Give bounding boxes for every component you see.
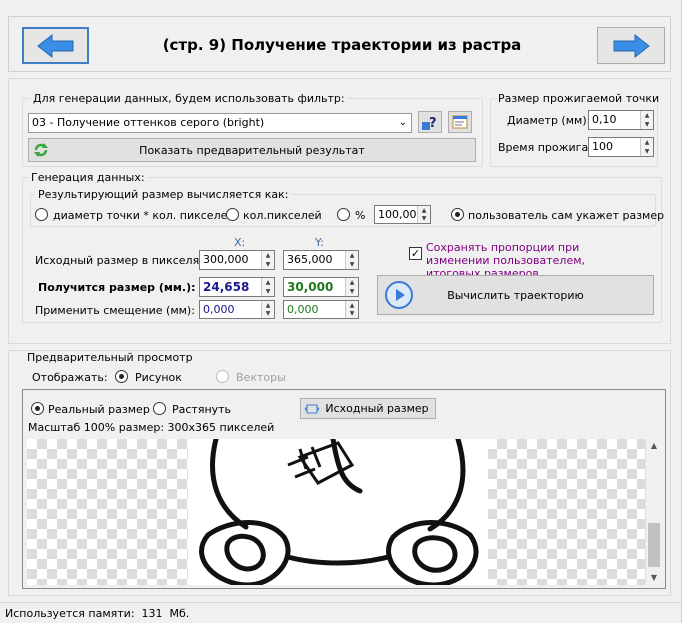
offset-x-value: 0,000 [203, 303, 235, 316]
diameter-spinner[interactable]: ▲ ▼ [640, 111, 653, 129]
offset-x-spinner[interactable]: ▲ ▼ [261, 301, 274, 318]
result-mm-label: Получится размер (мм.): [38, 281, 196, 294]
percent-input[interactable]: 100,00 ▲ ▼ [374, 205, 431, 224]
radio-user-size[interactable] [451, 208, 464, 221]
generation-group-label: Генерация данных: [28, 171, 148, 184]
memory-usage-text: Используется памяти: 131 Мб. [5, 607, 190, 620]
arrow-right-icon [613, 33, 650, 58]
diameter-value: 0,10 [592, 113, 617, 126]
radio-diameter-pixels[interactable] [35, 208, 48, 221]
preview-image-area [27, 439, 645, 585]
next-button[interactable] [597, 27, 665, 64]
result-x-value: 24,658 [203, 280, 250, 294]
radio-stretch[interactable] [153, 402, 166, 415]
svg-text:?: ? [429, 116, 437, 131]
play-circle-icon [385, 281, 413, 309]
result-y-input[interactable]: 30,000 ▲ ▼ [283, 277, 359, 297]
source-y-spinner[interactable]: ▲ ▼ [345, 251, 358, 269]
scale-info: Масштаб 100% размер: 300x365 пикселей [28, 421, 275, 434]
radio-display-image-label: Рисунок [135, 371, 182, 384]
burn-time-label: Время прожига: [498, 141, 592, 154]
settings-form-icon [452, 115, 468, 129]
arrow-left-icon [36, 33, 73, 58]
offset-label: Применить смещение (мм): [35, 304, 195, 317]
filter-settings-button[interactable] [448, 111, 472, 133]
radio-pixels-label: кол.пикселей [243, 209, 322, 222]
compute-trajectory-button[interactable]: Вычислить траекторию [377, 275, 654, 315]
result-y-spinner[interactable]: ▲ ▼ [345, 278, 358, 296]
burn-time-input[interactable]: 100 ▲ ▼ [588, 137, 654, 157]
scroll-up-icon[interactable]: ▲ [646, 439, 662, 453]
diameter-label: Диаметр (мм): [507, 114, 591, 127]
radio-real-size[interactable] [31, 402, 44, 415]
burn-time-value: 100 [592, 140, 613, 153]
preview-result-button[interactable]: Показать предварительный результат [28, 138, 476, 162]
refresh-icon [34, 143, 48, 157]
result-y-value: 30,000 [287, 280, 334, 294]
back-button[interactable] [22, 27, 89, 64]
radio-display-image[interactable] [115, 370, 128, 383]
filter-help-button[interactable]: ? [418, 111, 442, 133]
radio-user-size-label: пользователь сам укажет размер [468, 209, 665, 222]
display-label: Отображать: [32, 371, 108, 384]
original-size-label: Исходный размер [325, 402, 429, 415]
keep-proportions-checkbox[interactable]: ✓ [409, 247, 422, 260]
source-x-input[interactable]: 300,000 ▲ ▼ [199, 250, 275, 270]
dot-size-group-label: Размер прожигаемой точки [495, 92, 663, 105]
status-bar: Используется памяти: 131 Мб. [0, 602, 684, 623]
burn-time-spinner[interactable]: ▲ ▼ [640, 138, 653, 156]
compute-trajectory-label: Вычислить траекторию [447, 288, 584, 302]
radio-stretch-label: Растянуть [172, 403, 232, 416]
preview-group-label: Предварительный просмотр [24, 351, 196, 364]
y-column-header: Y: [315, 236, 324, 249]
radio-real-size-label: Реальный размер [48, 403, 150, 416]
radio-pixels[interactable] [226, 208, 239, 221]
radio-percent[interactable] [337, 208, 350, 221]
offset-y-value: 0,000 [287, 303, 319, 316]
preview-image [188, 439, 488, 585]
source-x-value: 300,000 [203, 253, 249, 266]
result-size-label: Результирующий размер вычисляется как: [35, 188, 292, 201]
source-y-value: 365,000 [287, 253, 333, 266]
result-x-input[interactable]: 24,658 ▲ ▼ [199, 277, 275, 297]
offset-x-input[interactable]: 0,000 ▲ ▼ [199, 300, 275, 319]
filter-group-label: Для генерации данных, будем использовать… [30, 92, 348, 105]
fit-frame-icon [304, 404, 320, 414]
filter-select-value: 03 - Получение оттенков серого (bright) [32, 116, 265, 129]
preview-scrollbar[interactable]: ▲ ▼ [645, 439, 662, 585]
scroll-down-icon[interactable]: ▼ [646, 571, 662, 585]
radio-display-vectors[interactable] [216, 370, 229, 383]
chevron-down-icon: ⌄ [398, 117, 407, 128]
offset-y-spinner[interactable]: ▲ ▼ [345, 301, 358, 318]
original-size-button[interactable]: Исходный размер [300, 398, 436, 419]
offset-y-input[interactable]: 0,000 ▲ ▼ [283, 300, 359, 319]
radio-diameter-pixels-label: диаметр точки * кол. пикселей [53, 209, 235, 222]
preview-result-label: Показать предварительный результат [139, 143, 365, 157]
source-size-label: Исходный размер в пикселях: [35, 254, 210, 267]
percent-value: 100,00 [378, 208, 417, 221]
filter-select[interactable]: 03 - Получение оттенков серого (bright) … [28, 113, 412, 133]
result-x-spinner[interactable]: ▲ ▼ [261, 278, 274, 296]
scrollbar-thumb[interactable] [648, 523, 660, 567]
source-y-input[interactable]: 365,000 ▲ ▼ [283, 250, 359, 270]
source-x-spinner[interactable]: ▲ ▼ [261, 251, 274, 269]
x-column-header: X: [234, 236, 246, 249]
percent-spinner[interactable]: ▲ ▼ [417, 206, 430, 223]
diameter-input[interactable]: 0,10 ▲ ▼ [588, 110, 654, 130]
radio-display-vectors-label: Векторы [236, 371, 286, 384]
radio-percent-label: % [355, 209, 366, 222]
help-question-icon: ? [422, 116, 437, 131]
page-title: (стр. 9) Получение траектории из растра [162, 36, 522, 54]
